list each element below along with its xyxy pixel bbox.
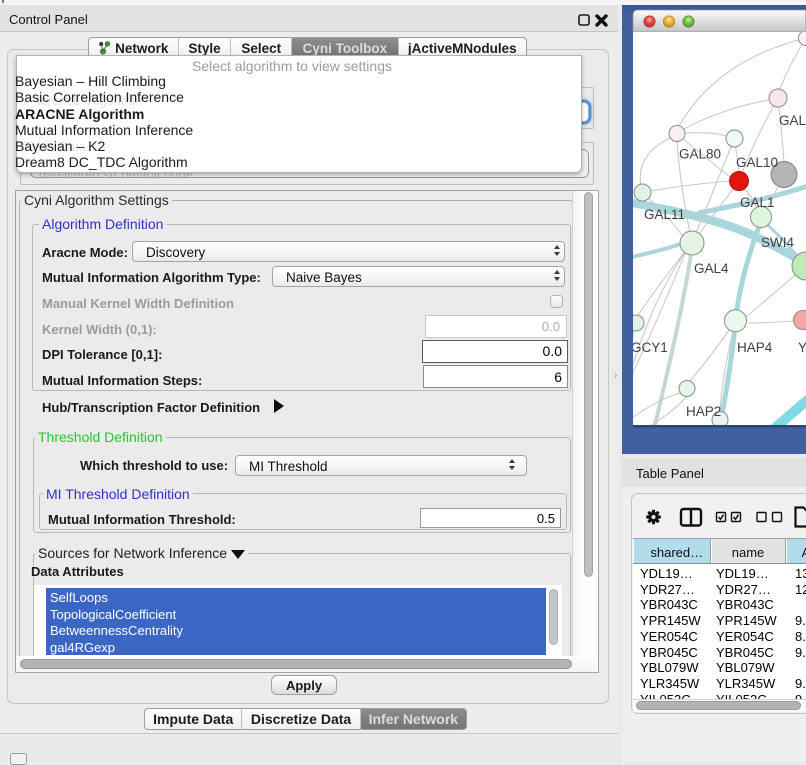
svg-text:GAL80: GAL80 — [679, 147, 721, 162]
svg-text:GAL11: GAL11 — [644, 207, 685, 222]
svg-text:SWI4: SWI4 — [761, 235, 794, 250]
svg-text:HAP2: HAP2 — [686, 404, 721, 419]
svg-text:Y: Y — [798, 340, 806, 355]
svg-text:HAP4: HAP4 — [737, 340, 773, 355]
svg-text:GAL: GAL — [779, 113, 806, 128]
svg-text:GAL4: GAL4 — [694, 261, 729, 276]
svg-text:GAL10: GAL10 — [736, 155, 778, 170]
svg-text:GCY1: GCY1 — [631, 340, 668, 355]
svg-text:GAL1: GAL1 — [740, 195, 775, 210]
